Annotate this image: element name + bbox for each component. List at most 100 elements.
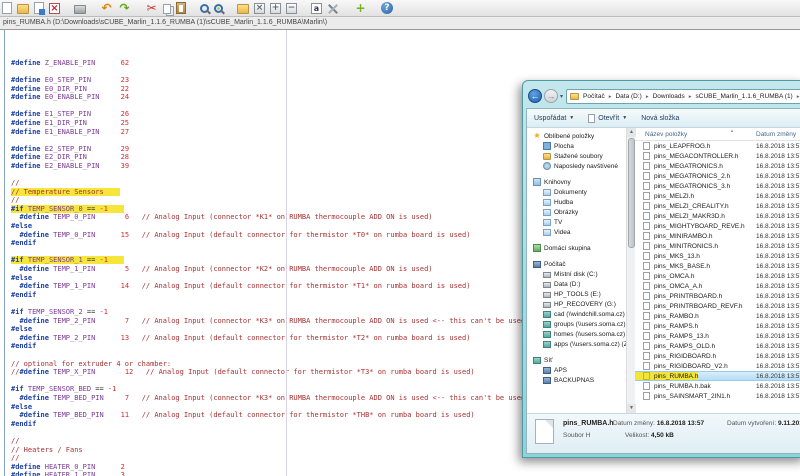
forward-button[interactable]: → <box>544 89 558 103</box>
add-plugin-icon[interactable]: + <box>354 2 367 15</box>
window-close-icon[interactable]: × <box>254 3 265 14</box>
file-row[interactable]: pins_PRINTRBOARD_REVF.h16.8.2018 13:57 <box>635 301 800 311</box>
scrollbar-thumb[interactable] <box>628 138 635 248</box>
redo-icon[interactable]: ↷ <box>118 2 131 15</box>
column-date[interactable]: Datum změny <box>756 131 796 138</box>
cut-icon[interactable]: ✂ <box>145 2 158 15</box>
file-row[interactable]: pins_RIGIDBOARD.h16.8.2018 13:57 <box>635 351 800 361</box>
nav-scrollbar[interactable]: ▲ ▼ <box>626 128 635 413</box>
sidebar-item-hudba[interactable]: Hudba <box>527 197 626 207</box>
window-cascade-icon[interactable]: − <box>286 3 297 14</box>
sidebar-item-data-d-[interactable]: Data (D:) <box>527 279 626 289</box>
open-button[interactable]: Otevřít▼ <box>581 114 634 123</box>
sidebar-item-m-stn-disk-c-[interactable]: Místní disk (C:) <box>527 269 626 279</box>
sidebar-item-po-ta-[interactable]: Počítač <box>527 259 626 269</box>
breadcrumb-segment[interactable]: Počítač <box>582 93 606 100</box>
file-row[interactable]: pins_MINIRAMBO.h16.8.2018 13:57 <box>635 231 800 241</box>
breadcrumb-segment[interactable]: sCUBE_Marlin_1.1.6_RUMBA (1) <box>695 93 794 100</box>
sidebar-item-naposledy-nav-t-ven-[interactable]: Naposledy navštívené <box>527 161 626 171</box>
file-row[interactable]: pins_MELZI.h16.8.2018 13:57 <box>635 191 800 201</box>
undo-icon[interactable]: ↶ <box>100 2 113 15</box>
sidebar-item-label: Stažené soubory <box>554 153 603 160</box>
close-file-icon[interactable]: × <box>49 3 60 14</box>
file-icon <box>643 392 650 400</box>
file-row[interactable]: pins_RAMPS_OLD.h16.8.2018 13:57 <box>635 341 800 351</box>
file-icon <box>643 182 650 190</box>
file-row[interactable]: pins_MIGHTYBOARD_REVE.h16.8.2018 13:57 <box>635 221 800 231</box>
open-file-icon[interactable] <box>17 4 29 14</box>
sidebar-item-homes-users-soma-cz-[interactable]: homes (\\users.soma.cz) <box>527 329 626 339</box>
sidebar-item-dokumenty[interactable]: Dokumenty <box>527 187 626 197</box>
file-row[interactable]: pins_RUMBA.h.bak16.8.2018 13:57 <box>635 381 800 391</box>
new-folder-button[interactable]: Nová složka <box>634 115 686 122</box>
new-folder-icon[interactable] <box>237 4 249 14</box>
file-row[interactable]: pins_MKS_13.h16.8.2018 13:57 <box>635 251 800 261</box>
file-icon <box>643 252 650 260</box>
file-row[interactable]: pins_MELZI_MAKR3D.h16.8.2018 13:57 <box>635 211 800 221</box>
file-row[interactable]: pins_SAINSMART_2IN1.h16.8.2018 13:57 <box>635 391 800 401</box>
file-row[interactable]: pins_RAMPS_13.h16.8.2018 13:57 <box>635 331 800 341</box>
sidebar-item-label: Místní disk (C:) <box>554 271 598 278</box>
file-date: 16.8.2018 13:57 <box>756 163 800 170</box>
settings-tools-icon[interactable] <box>327 2 340 15</box>
organize-button[interactable]: Uspořádat▼ <box>527 115 581 122</box>
new-file-icon[interactable] <box>2 2 12 14</box>
file-row[interactable]: pins_RIGIDBOARD_V2.h16.8.2018 13:57 <box>635 361 800 371</box>
sidebar-item-label: HP_TOOLS (E:) <box>554 291 601 298</box>
save-file-icon[interactable] <box>34 2 44 14</box>
sidebar-item-tv[interactable]: TV <box>527 217 626 227</box>
copy-icon[interactable] <box>163 4 171 14</box>
sidebar-item-obr-zky[interactable]: Obrázky <box>527 207 626 217</box>
window-tile-icon[interactable]: + <box>270 3 281 14</box>
sidebar-item-dom-c-skupina[interactable]: Domácí skupina <box>527 243 626 253</box>
help-icon[interactable]: ? <box>381 2 393 14</box>
paste-icon[interactable] <box>176 2 186 14</box>
file-row[interactable]: pins_LEAPFROG.h16.8.2018 13:57 <box>635 141 800 151</box>
sidebar-item-groups-users-soma-cz-[interactable]: groups (\\users.soma.cz) <box>527 319 626 329</box>
file-row[interactable]: pins_MKS_BASE.h16.8.2018 13:57 <box>635 261 800 271</box>
file-icon <box>643 272 650 280</box>
sidebar-item-sta-en-soubory[interactable]: Stažené soubory <box>527 151 626 161</box>
sidebar-item-knihovny[interactable]: Knihovny <box>527 177 626 187</box>
file-row[interactable]: pins_MEGATRONICS.h16.8.2018 13:57 <box>635 161 800 171</box>
column-name[interactable]: Název položky <box>635 131 687 138</box>
file-row[interactable]: pins_RAMBO.h16.8.2018 13:57 <box>635 311 800 321</box>
search-icon[interactable] <box>200 4 209 13</box>
file-row[interactable]: pins_MEGATRONICS_2.h16.8.2018 13:57 <box>635 171 800 181</box>
search-in-files-icon[interactable] <box>214 4 223 13</box>
drive-icon <box>543 302 551 308</box>
file-name: pins_RIGIDBOARD_V2.h <box>654 363 728 370</box>
file-row[interactable]: pins_MINITRONICS.h16.8.2018 13:57 <box>635 241 800 251</box>
file-row[interactable]: pins_RAMPS.h16.8.2018 13:57 <box>635 321 800 331</box>
file-row[interactable]: pins_OMCA.h16.8.2018 13:57 <box>635 271 800 281</box>
print-icon[interactable] <box>74 5 86 14</box>
history-dropdown-icon[interactable]: ▾ <box>560 93 563 100</box>
sidebar-item-hp-recovery-g-[interactable]: HP_RECOVERY (G:) <box>527 299 626 309</box>
breadcrumb-segment[interactable]: Downloads <box>652 93 686 100</box>
code-preview-icon[interactable]: a <box>311 3 322 14</box>
sidebar-item-hp-tools-e-[interactable]: HP_TOOLS (E:) <box>527 289 626 299</box>
editor-tab[interactable]: pins_RUMBA.h (D:\Downloads\sCUBE_Marlin_… <box>0 17 800 30</box>
sidebar-item-obl-ben-polo-ky[interactable]: ★Oblíbené položky <box>527 131 626 141</box>
file-row[interactable]: pins_MELZI_CREALITY.h16.8.2018 13:57 <box>635 201 800 211</box>
file-row[interactable]: pins_MEGATRONICS_3.h16.8.2018 13:57 <box>635 181 800 191</box>
sidebar-item-aps[interactable]: APS <box>527 365 626 375</box>
file-row[interactable]: pins_MEGACONTROLLER.h16.8.2018 13:57 <box>635 151 800 161</box>
back-button[interactable]: ← <box>528 89 542 103</box>
sidebar-item-backupnas[interactable]: BACKUPNAS <box>527 375 626 385</box>
file-row[interactable]: pins_RUMBA.h16.8.2018 13:57 <box>635 371 800 381</box>
file-row[interactable]: pins_OMCA_A.h16.8.2018 13:57 <box>635 281 800 291</box>
file-row[interactable]: pins_PRINTRBOARD.h16.8.2018 13:57 <box>635 291 800 301</box>
breadcrumb-segment[interactable]: Data (D:) <box>614 93 642 100</box>
file-name: pins_OMCA.h <box>654 273 694 280</box>
sidebar-item-plocha[interactable]: Plocha <box>527 141 626 151</box>
address-bar[interactable]: Počítač▸Data (D:)▸Downloads▸sCUBE_Marlin… <box>566 89 800 104</box>
file-date: 16.8.2018 13:57 <box>756 183 800 190</box>
sidebar-item-cad-windchill-soma-cz-[interactable]: cad (\\windchill.soma.cz) <box>527 309 626 319</box>
sidebar-item-apps-users-soma-cz-z[interactable]: apps (\\users.soma.cz) (Z <box>527 339 626 349</box>
sidebar-item-s-[interactable]: Síť <box>527 355 626 365</box>
sidebar-item-label: Síť <box>544 357 553 364</box>
sidebar-item-videa[interactable]: Videa <box>527 227 626 237</box>
file-date: 16.8.2018 13:57 <box>756 313 800 320</box>
highlight-marker: #if TEMP_SENSOR_1 == -1 <box>11 256 124 264</box>
